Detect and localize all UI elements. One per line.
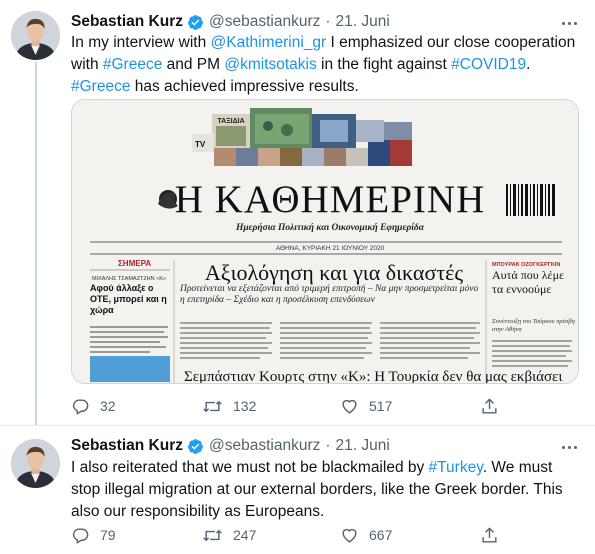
retweet-button[interactable]: 247	[202, 526, 256, 545]
retweet-button[interactable]: 132	[202, 397, 256, 416]
like-button[interactable]: 517	[340, 397, 392, 416]
like-button[interactable]: 667	[340, 526, 392, 545]
main-headline: Αξιολόγηση και για δικαστές	[205, 260, 464, 285]
like-count: 517	[369, 398, 393, 414]
share-button[interactable]	[480, 526, 499, 545]
more-dots-icon[interactable]	[557, 438, 581, 456]
separator-dot: ·	[325, 437, 331, 454]
tweet-1[interactable]: Sebastian Kurz @sebastiankurz · 21. Juni…	[0, 0, 595, 426]
hashtag-link[interactable]: #Greece	[103, 56, 162, 73]
share-icon	[482, 397, 497, 414]
tweet-text-segment: I emphasized our close cooperation	[326, 34, 576, 51]
retweet-count: 247	[233, 527, 257, 543]
newspaper-dateline: ΑΘΗΝΑ, ΚΥΡΙΑΚΗ 21 ΙΟΥΝΙΟΥ 2020	[276, 245, 385, 252]
hashtag-link[interactable]: #Greece	[71, 78, 130, 95]
right-headline: Αυτά που λέμε τα εννοούμε	[492, 268, 565, 296]
bottom-headline: Σεμπάστιαν Κουρτς στην «Κ»: Η Τουρκία δε…	[184, 369, 562, 384]
verified-badge-icon	[187, 14, 204, 31]
avatar[interactable]	[11, 11, 60, 60]
tag-travel: ΤΑΞΙΔΙΑ	[217, 118, 244, 125]
tweet-text: In my interview with @Kathimerini_gr I e…	[71, 32, 586, 98]
tweet-actions: 79 247 667	[71, 524, 501, 546]
heart-icon	[342, 399, 357, 414]
tweet-text-segment: I also reiterated that we must not be bl…	[71, 459, 429, 476]
reply-count: 32	[100, 398, 116, 414]
tweet-text-segment: with	[71, 56, 103, 73]
tweet-text: I also reiterated that we must not be bl…	[71, 457, 586, 523]
tweet-text-line: I also reiterated that we must not be bl…	[71, 457, 586, 479]
left-headline: Αφού άλλαξε ο ΟΤΕ, μπορεί και η χώρα	[90, 283, 167, 315]
avatar[interactable]	[11, 439, 60, 488]
tweet-text-segment: stop illegal migration at our external b…	[71, 481, 563, 498]
tweet-text-segment: in the fight against	[316, 56, 452, 73]
heart-icon	[342, 528, 357, 543]
more-dots-icon[interactable]	[557, 14, 581, 32]
tweet-text-segment: In my interview with	[71, 34, 211, 51]
hashtag-link[interactable]: #Turkey	[429, 459, 483, 476]
retweet-count: 132	[233, 398, 257, 414]
separator-dot: ·	[325, 13, 331, 30]
reply-button[interactable]: 79	[71, 526, 116, 545]
thread-connector-line	[35, 62, 37, 426]
mention-link[interactable]: @Kathimerini_gr	[211, 34, 327, 51]
share-icon	[482, 526, 497, 543]
tweet-text-line: also our responsibility as Europeans.	[71, 501, 586, 523]
tweet-text-line: #Greece has achieved impressive results.	[71, 76, 586, 98]
tweet-date[interactable]: 21. Juni	[336, 13, 390, 31]
verified-badge-icon	[187, 438, 204, 455]
like-count: 667	[369, 527, 393, 543]
tweet-media-newspaper[interactable]: ΤΑΞΙΔΙΑ TV Η ΚΑΘΗΜΕΡΙΝΗ Ημερήσια Πολιτικ…	[71, 99, 579, 384]
newspaper-subtitle: Ημερήσια Πολιτική και Οικονομική Εφημερί…	[235, 222, 425, 233]
tag-tv: TV	[195, 140, 206, 149]
retweet-icon	[203, 529, 222, 541]
retweet-icon	[203, 400, 222, 412]
mention-link[interactable]: @kmitsotakis	[224, 56, 316, 73]
tweet-text-line: In my interview with @Kathimerini_gr I e…	[71, 32, 586, 54]
tweet-text-line: with #Greece and PM @kmitsotakis in the …	[71, 54, 586, 76]
tweet-2[interactable]: Sebastian Kurz @sebastiankurz · 21. Juni…	[0, 425, 595, 554]
reply-icon	[72, 398, 89, 415]
tweet-header: Sebastian Kurz @sebastiankurz · 21. Juni	[71, 435, 390, 457]
tweet-date[interactable]: 21. Juni	[336, 437, 390, 455]
tweet-text-segment: .	[526, 56, 531, 73]
reply-button[interactable]: 32	[71, 397, 116, 416]
reply-count: 79	[100, 527, 116, 543]
hashtag-link[interactable]: #COVID19	[451, 56, 526, 73]
reply-icon	[72, 527, 89, 544]
tweet-actions: 32 132 517	[71, 395, 501, 417]
tweet-header: Sebastian Kurz @sebastiankurz · 21. Juni	[71, 11, 390, 33]
share-button[interactable]	[480, 397, 499, 416]
tweet-text-segment: also our responsibility as Europeans.	[71, 503, 325, 520]
tweet-text-segment: . We must	[482, 459, 553, 476]
author-handle[interactable]: @sebastiankurz	[209, 437, 320, 455]
author-name[interactable]: Sebastian Kurz	[71, 437, 183, 455]
left-section-label: ΣΗΜΕΡΑ	[118, 259, 151, 268]
main-subhead: Προτείνεται να εξετάζονται από τριμερή ε…	[180, 284, 479, 305]
author-handle[interactable]: @sebastiankurz	[209, 13, 320, 31]
tweet-text-line: stop illegal migration at our external b…	[71, 479, 586, 501]
newspaper-masthead: Η ΚΑΘΗΜΕΡΙΝΗ	[175, 178, 485, 221]
author-name[interactable]: Sebastian Kurz	[71, 13, 183, 31]
left-byline: ΜΙΧΑΛΗΣ ΤΣΑΜΑΖΤΖΗΝ «Κ»	[92, 276, 166, 282]
right-sub: Συνέντευξη του Τούρκου πρέσβη στην Αθήνα	[492, 318, 575, 333]
tweet-text-segment: and PM	[162, 56, 225, 73]
tweet-text-segment: has achieved impressive results.	[130, 78, 359, 95]
